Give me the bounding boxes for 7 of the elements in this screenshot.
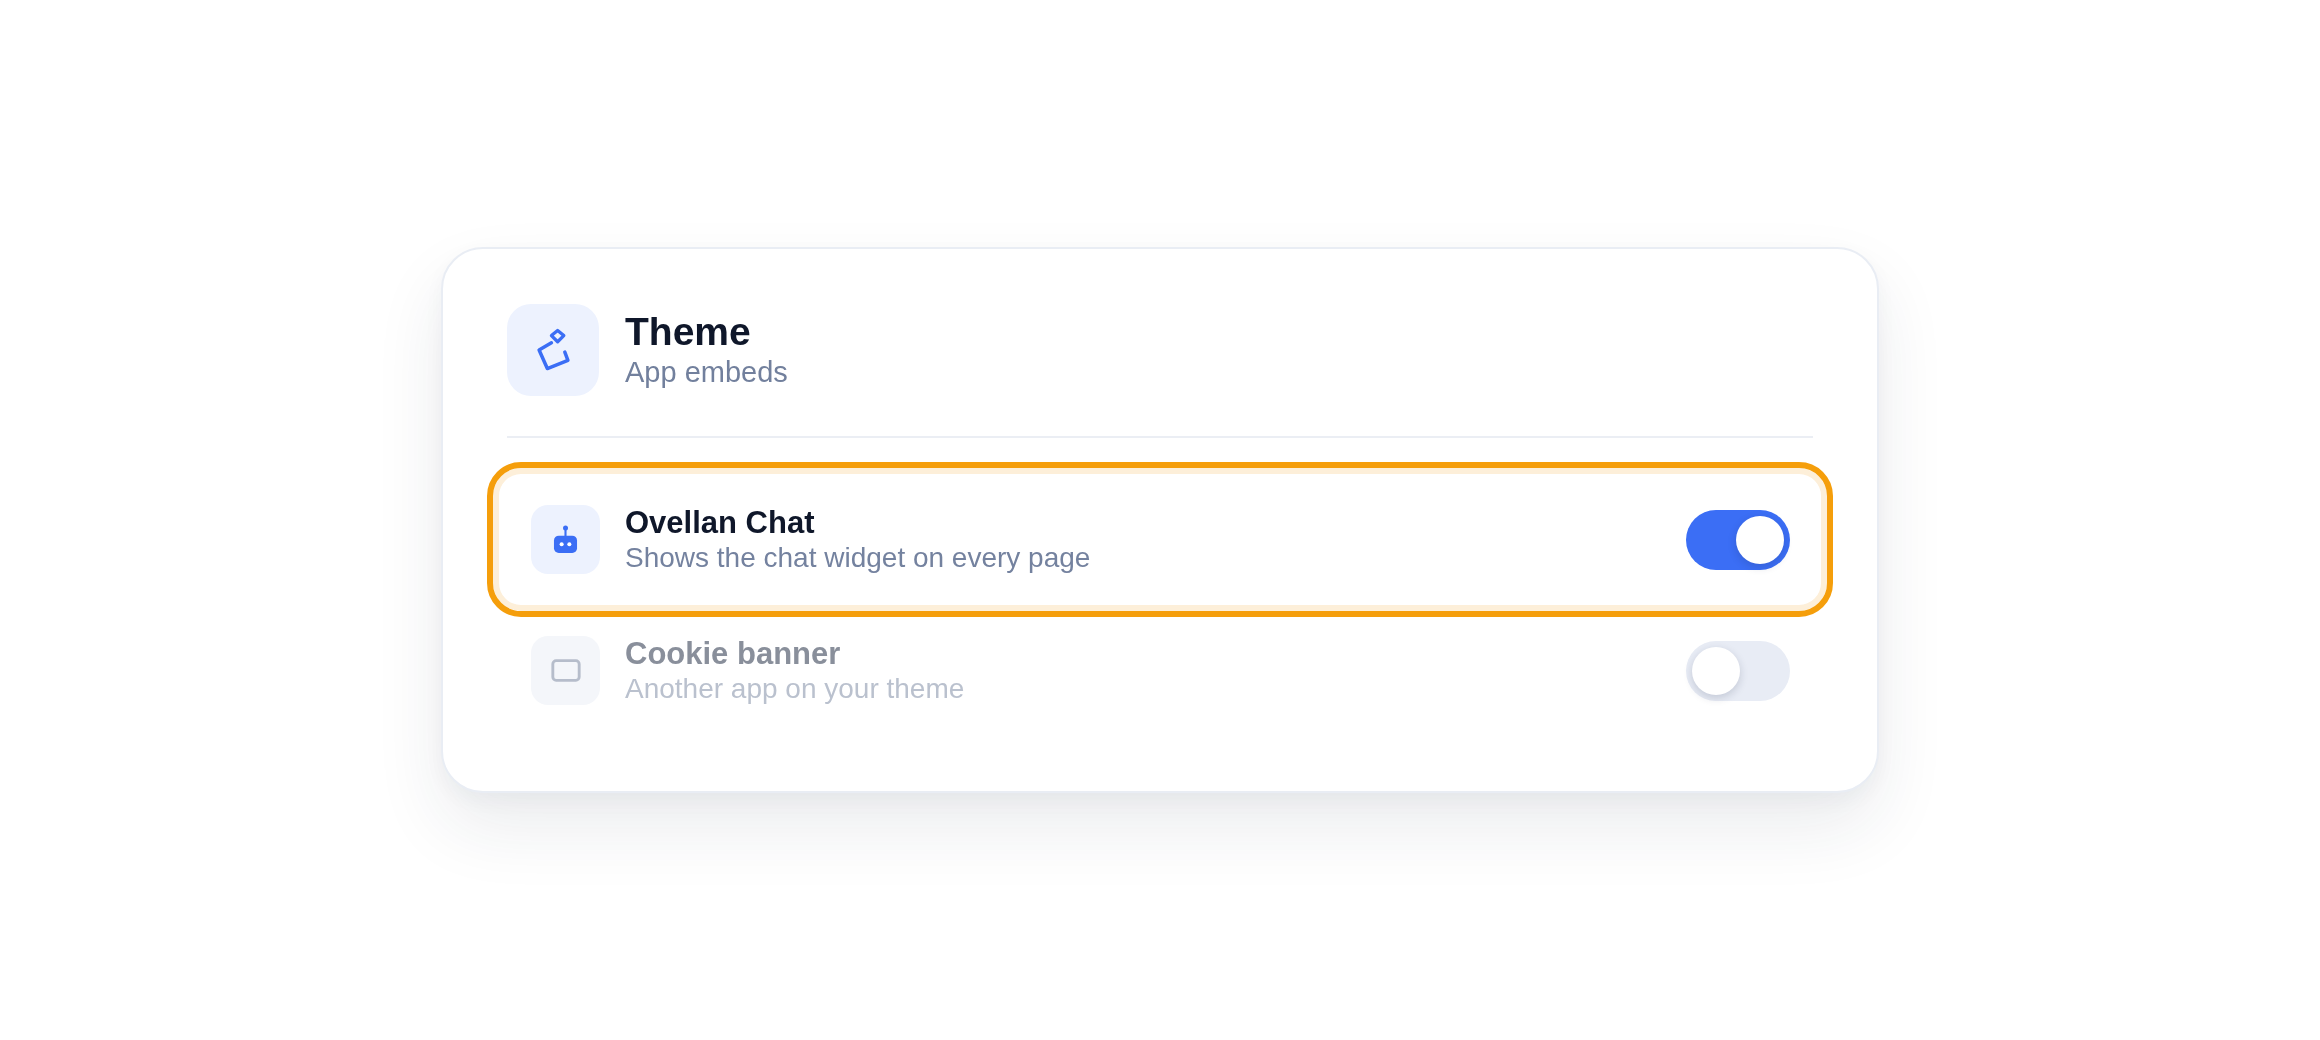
section-subtitle: App embeds [625, 355, 788, 390]
brush-icon [507, 304, 599, 396]
embed-title: Cookie banner [625, 635, 841, 672]
embed-description: Another app on your theme [625, 672, 965, 706]
embed-description: Shows the chat widget on every page [625, 541, 1091, 575]
embed-title: Ovellan Chat [625, 504, 815, 541]
section-title: Theme [625, 310, 751, 354]
